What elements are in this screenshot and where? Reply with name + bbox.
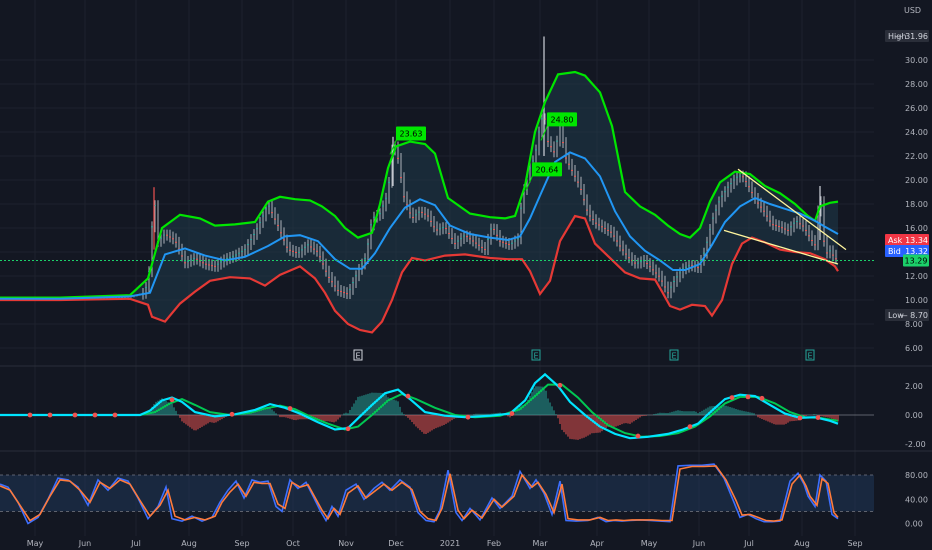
stochastic-tick-label: 0.00 — [905, 520, 923, 529]
time-tick-label: Jun — [692, 539, 706, 548]
macd-tick-label: 0.00 — [905, 411, 923, 420]
macd-cross-dot — [47, 412, 53, 418]
high-marker-value: — 31.96 — [895, 32, 928, 41]
price-tick-label: 16.00 — [905, 224, 928, 233]
price-tick-label: 28.00 — [905, 80, 928, 89]
time-tick-label: Oct — [286, 539, 300, 548]
macd-cross-dot — [635, 433, 641, 439]
macd-cross-dot — [112, 412, 118, 418]
macd-cross-dot — [729, 395, 735, 400]
price-tick-label: 8.00 — [905, 320, 923, 329]
price-label-text: 23.63 — [400, 129, 423, 138]
time-tick-label: Sep — [234, 539, 249, 548]
macd-cross-dot — [345, 426, 351, 432]
ask-marker-value: 13.34 — [905, 236, 928, 245]
macd-cross-dot — [509, 411, 515, 416]
stochastic-tick-label: 80.00 — [905, 471, 928, 480]
earnings-marker-letter: E — [355, 352, 360, 361]
stochastic-tick-label: 40.00 — [905, 495, 928, 504]
earnings-marker-letter: E — [671, 352, 676, 361]
macd-cross-dot — [92, 412, 98, 418]
price-tick-label: 26.00 — [905, 104, 928, 113]
price-tick-label: 22.00 — [905, 152, 928, 161]
price-tick-label: 6.00 — [905, 344, 923, 353]
earnings-marker-letter: E — [807, 352, 812, 361]
last-price-marker-value: 13.29 — [905, 257, 928, 266]
macd-cross-dot — [405, 393, 411, 399]
currency-label: USD — [904, 6, 921, 15]
earnings-marker-letter: E — [533, 352, 538, 361]
bid-marker-label: Bid — [888, 247, 901, 256]
macd-cross-dot — [72, 412, 78, 418]
time-tick-label: 2021 — [440, 539, 460, 548]
time-tick-label: Jul — [130, 539, 141, 548]
time-tick-label: Dec — [388, 539, 403, 548]
macd-cross-dot — [687, 424, 693, 429]
time-tick-label: Apr — [590, 539, 605, 548]
time-tick-label: Mar — [532, 539, 548, 548]
macd-tick-label: 2.00 — [905, 382, 923, 391]
time-tick-label: Jun — [78, 539, 92, 548]
macd-cross-dot — [815, 415, 821, 421]
time-tick-label: May — [27, 539, 44, 548]
macd-cross-dot — [759, 395, 765, 401]
price-label-text: 24.80 — [551, 115, 574, 124]
macd-cross-dot — [797, 415, 803, 421]
price-tick-label: 24.00 — [905, 128, 928, 137]
macd-tick-label: -2.00 — [905, 440, 926, 449]
price-tick-label: 12.00 — [905, 272, 928, 281]
time-tick-label: Sep — [847, 539, 862, 548]
time-tick-label: Nov — [338, 539, 354, 548]
price-tick-label: 10.00 — [905, 296, 928, 305]
price-tick-label: 30.00 — [905, 56, 928, 65]
low-marker-value: — 8.70 — [900, 311, 928, 320]
price-tick-label: 18.00 — [905, 200, 928, 209]
trading-chart[interactable]: 23.63 24.80 20.64 E E E E 30.00 28.00 26.00 24.0… — [0, 0, 932, 550]
macd-cross-dot — [229, 411, 235, 417]
price-tick-label: 20.00 — [905, 176, 928, 185]
time-tick-label: Jul — [743, 539, 754, 548]
time-tick-label: Aug — [181, 539, 197, 548]
macd-cross-dot — [745, 394, 751, 400]
macd-cross-dot — [287, 406, 293, 411]
time-tick-label: May — [641, 539, 658, 548]
chart-background — [0, 0, 932, 550]
macd-cross-dot — [465, 414, 471, 420]
stochastic-band-fill — [0, 475, 874, 512]
macd-cross-dot — [27, 412, 33, 418]
price-label-text: 20.64 — [536, 165, 559, 174]
time-tick-label: Feb — [487, 539, 501, 548]
ask-marker-label: Ask — [888, 236, 903, 245]
macd-cross-dot — [557, 382, 563, 388]
macd-cross-dot — [169, 397, 175, 403]
time-tick-label: Aug — [794, 539, 810, 548]
